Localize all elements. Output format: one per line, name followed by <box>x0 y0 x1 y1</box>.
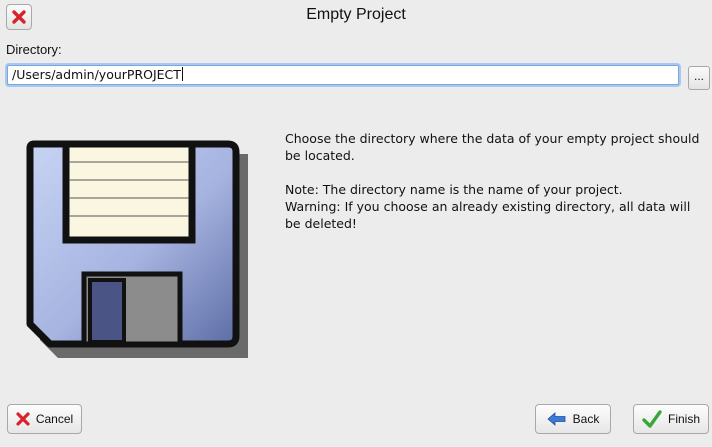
back-label: Back <box>572 412 600 426</box>
cancel-x-icon <box>16 412 30 426</box>
empty-project-dialog: Empty Project Directory: /Users/admin/yo… <box>0 0 712 447</box>
back-button[interactable]: Back <box>535 404 611 434</box>
window-title: Empty Project <box>306 6 406 23</box>
directory-input[interactable]: /Users/admin/yourPROJECT <box>7 65 679 85</box>
finish-button[interactable]: Finish <box>633 404 709 434</box>
directory-input-value: /Users/admin/yourPROJECT <box>12 67 181 82</box>
back-arrow-icon <box>547 412 566 426</box>
finish-label: Finish <box>667 412 700 426</box>
directory-label: Directory: <box>6 42 62 57</box>
info-instruction: Choose the directory where the data of y… <box>285 131 700 163</box>
browse-button[interactable]: ... <box>688 66 710 90</box>
cancel-label: Cancel <box>35 412 74 426</box>
checkmark-icon <box>642 410 662 428</box>
info-warning: Warning: If you choose an already existi… <box>285 199 691 231</box>
text-caret <box>181 67 183 81</box>
info-text: Choose the directory where the data of y… <box>285 130 705 232</box>
floppy-disk-icon <box>26 140 248 358</box>
cancel-button[interactable]: Cancel <box>7 404 82 434</box>
info-note: Note: The directory name is the name of … <box>285 182 623 197</box>
